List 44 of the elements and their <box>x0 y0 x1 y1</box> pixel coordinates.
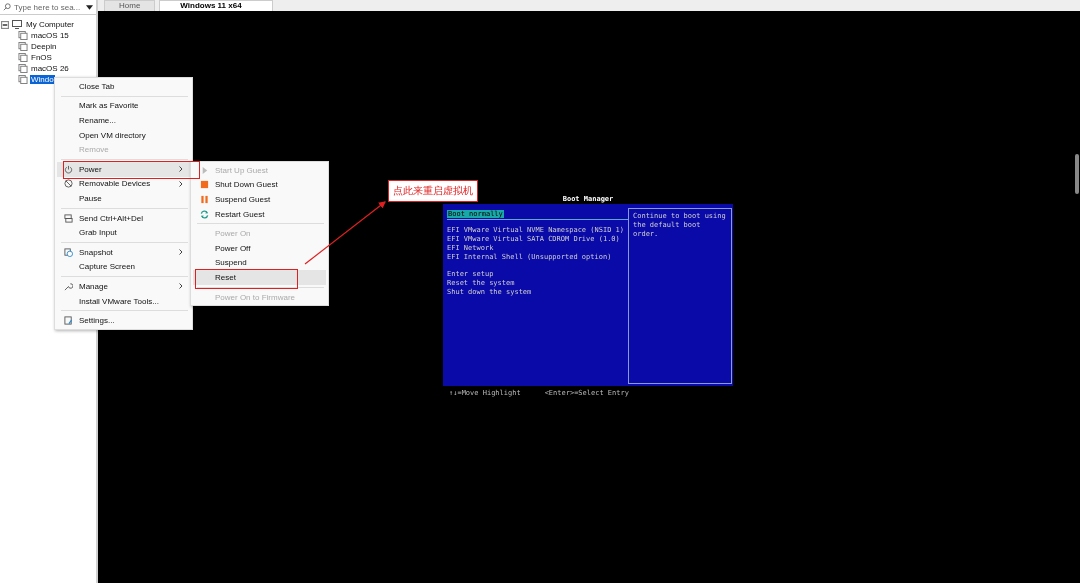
collapse-icon[interactable] <box>1 20 9 29</box>
menu-item[interactable]: Reset <box>193 270 326 285</box>
prohibited-icon <box>63 179 73 189</box>
tab[interactable]: Windows 11 x64 <box>159 0 273 11</box>
pause-icon <box>199 195 209 204</box>
chevron-right-icon <box>179 283 183 290</box>
power-icon <box>63 164 73 174</box>
menu-item[interactable]: Mark as Favorite <box>57 98 190 114</box>
menu-item[interactable]: Send Ctrl+Alt+Del <box>57 210 190 226</box>
snapshot-icon <box>63 247 73 257</box>
tab[interactable]: Home <box>104 0 156 11</box>
scrollbar-thumb[interactable] <box>1075 154 1079 194</box>
menu-item[interactable]: Settings... <box>57 313 190 328</box>
tree-item[interactable]: Windo <box>30 75 55 84</box>
menu-item[interactable]: Close Tab <box>57 79 190 94</box>
stop-icon <box>199 180 209 190</box>
dropdown-icon[interactable] <box>86 4 93 10</box>
tree-item[interactable]: FnOS <box>30 53 53 62</box>
menu-item[interactable]: Suspend Guest <box>193 192 326 207</box>
search-field[interactable]: Type here to sea... <box>14 2 83 12</box>
tree-item[interactable]: My Computer <box>25 20 75 29</box>
search-icon <box>3 3 11 11</box>
menu-item[interactable]: Suspend <box>193 255 326 271</box>
computer-icon <box>12 20 22 29</box>
menu-item[interactable]: Removable Devices <box>57 176 190 192</box>
restart-icon <box>199 209 209 219</box>
menu-item[interactable]: Open VM directory <box>57 127 190 143</box>
menu-item[interactable]: Shut Down Guest <box>193 177 326 193</box>
menu-item[interactable]: Rename... <box>57 113 190 128</box>
wrench-icon <box>63 281 73 291</box>
menu-item[interactable]: Pause <box>57 191 190 206</box>
menu-item[interactable]: Power Off <box>193 240 326 256</box>
settings-icon <box>63 316 73 326</box>
menu-item[interactable]: Grab Input <box>57 225 190 240</box>
tree-item[interactable]: Deepin <box>30 42 58 51</box>
menu-item[interactable]: Capture Screen <box>57 259 190 275</box>
menu-item[interactable]: Manage <box>57 279 190 294</box>
chevron-right-icon <box>179 249 183 256</box>
menu-item[interactable]: Install VMware Tools... <box>57 293 190 309</box>
menu-item[interactable]: Restart Guest <box>193 206 326 222</box>
menu-item[interactable]: Snapshot <box>57 244 190 260</box>
tree-item[interactable]: macOS 15 <box>30 31 70 40</box>
tree-item[interactable]: macOS 26 <box>30 64 70 73</box>
annotation-label: 点此来重启虚拟机 <box>388 180 478 202</box>
